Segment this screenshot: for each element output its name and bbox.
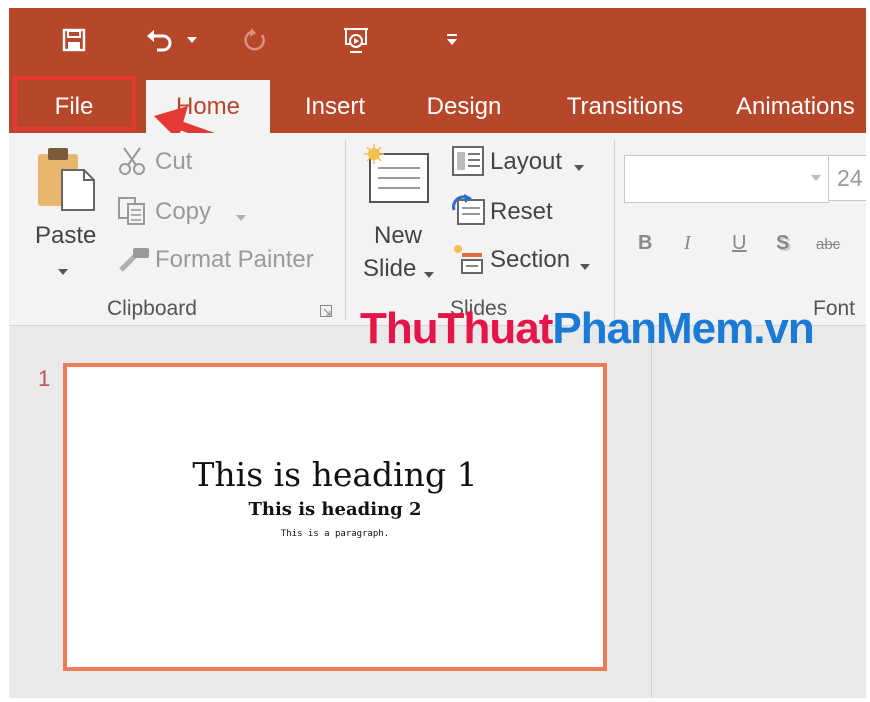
paste-icon[interactable] [34,146,98,217]
tab-transitions[interactable]: Transitions [550,82,700,132]
slide-editor-pane[interactable] [652,326,866,698]
copy-button[interactable]: Copy [155,198,211,226]
slide-heading-2: This is heading 2 [248,499,422,520]
window-frame-top [0,0,870,8]
file-tab-highlight-box [13,76,136,131]
window-frame-bottom [0,698,870,702]
bold-button[interactable]: B [638,232,652,255]
format-painter-icon[interactable] [117,244,151,279]
undo-icon[interactable] [140,18,180,62]
slide-paragraph: This is a paragraph. [280,529,390,539]
slide-number: 1 [38,366,51,391]
underline-button[interactable]: U [732,232,746,255]
format-painter-button[interactable]: Format Painter [155,246,314,274]
watermark-part2: PhanMem.vn [552,304,814,353]
font-name-dropdown-icon[interactable] [805,156,827,200]
section-dropdown-caret-icon[interactable] [580,257,590,275]
copy-icon[interactable] [117,196,147,231]
reset-button[interactable]: Reset [490,198,553,226]
font-name-combobox[interactable] [624,155,829,203]
italic-button[interactable]: I [684,232,691,255]
customize-qat-icon[interactable] [432,18,472,62]
dropdown-caret-icon[interactable] [180,18,204,62]
font-size-combobox[interactable]: 24 [828,155,866,201]
present-from-start-icon[interactable] [336,18,376,62]
tab-animations[interactable]: Animations [736,82,870,132]
new-slide-icon[interactable] [364,144,432,211]
copy-dropdown-caret-icon[interactable] [236,208,246,226]
new-slide-label-line1[interactable]: New [374,222,422,250]
paste-dropdown-caret-icon[interactable] [58,262,68,280]
layout-icon[interactable] [452,146,484,181]
watermark: ThuThuatPhanMem.vn [360,304,815,354]
slide-heading-1: This is heading 1 [192,455,478,494]
save-icon[interactable] [54,18,94,62]
slide-thumbnail[interactable]: This is heading 1 This is heading 2 This… [63,363,607,671]
ribbon-separator [345,140,346,320]
font-size-value[interactable]: 24 [837,165,863,192]
tab-design[interactable]: Design [410,82,518,132]
cut-icon[interactable] [118,146,148,181]
window-frame-left [0,0,9,702]
font-group-label: Font [813,297,856,320]
new-slide-dropdown-caret-icon[interactable] [424,265,434,283]
new-slide-label-line2[interactable]: Slide [363,255,416,283]
watermark-part1: ThuThuat [360,304,553,353]
clipboard-group-label: Clipboard [107,297,197,320]
layout-button[interactable]: Layout [490,148,562,176]
ribbon-separator [614,140,615,320]
section-icon[interactable] [452,243,486,280]
shadow-button[interactable]: S [776,232,789,255]
redo-icon [236,18,276,62]
reset-icon[interactable] [450,194,486,231]
paste-button-label[interactable]: Paste [35,222,96,250]
strikethrough-button[interactable]: abc [816,236,840,253]
clipboard-launcher-icon[interactable] [320,304,332,322]
cut-button[interactable]: Cut [155,148,192,176]
layout-dropdown-caret-icon[interactable] [574,158,584,176]
section-button[interactable]: Section [490,246,570,274]
